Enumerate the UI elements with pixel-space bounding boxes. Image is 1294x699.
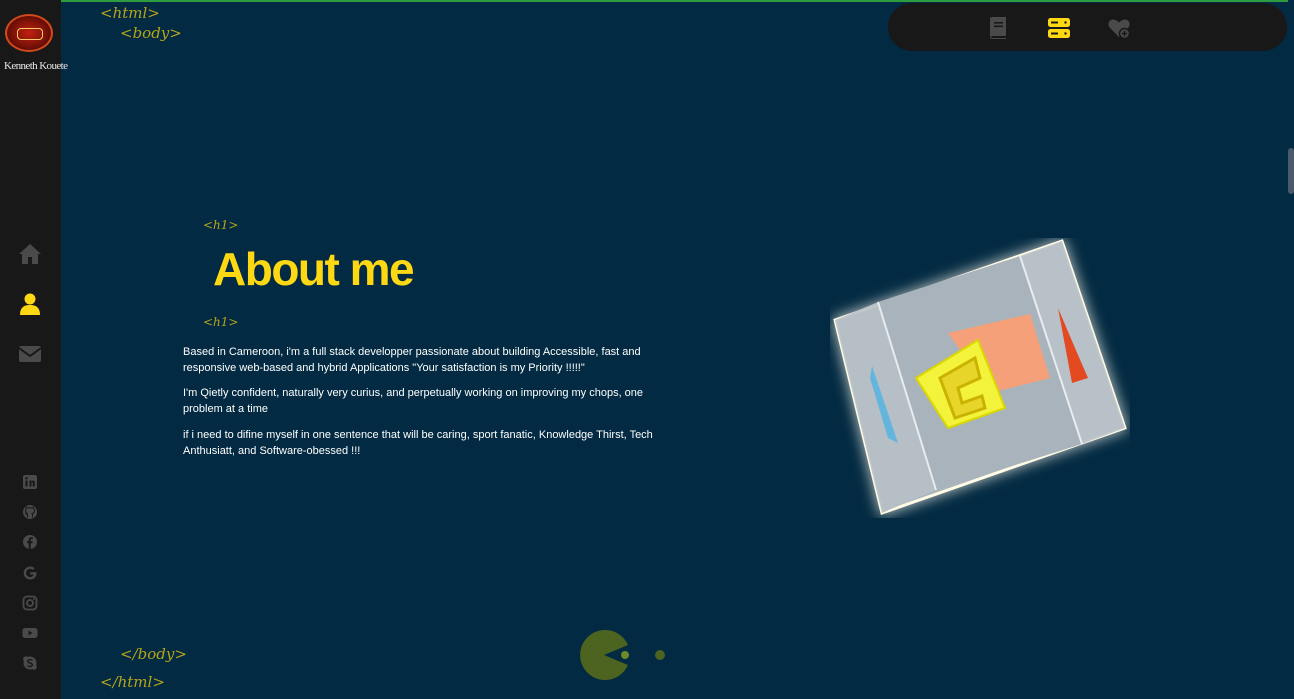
logo[interactable]: Kenneth Kouete — [4, 14, 68, 78]
logo-badge — [5, 14, 53, 52]
server-icon[interactable] — [1047, 16, 1071, 40]
facebook-icon[interactable] — [22, 534, 38, 550]
pacman-dot — [655, 650, 665, 660]
github-icon[interactable] — [22, 504, 38, 520]
html-open-tag: <html> — [100, 4, 160, 22]
scrollbar[interactable] — [1288, 0, 1294, 699]
about-paragraph-1: Based in Cameroon, i'm a full stack deve… — [183, 346, 641, 374]
top-accent-line — [0, 0, 1294, 2]
envelope-icon[interactable] — [18, 342, 42, 366]
pacman-loader — [580, 630, 629, 680]
youtube-icon[interactable] — [22, 625, 38, 641]
linkedin-icon[interactable] — [22, 474, 38, 490]
user-icon[interactable] — [18, 292, 42, 316]
h1-open-tag: <h1> — [203, 218, 239, 232]
skills-cube — [833, 239, 1127, 515]
html-close-tag: </html> — [100, 673, 165, 691]
instagram-icon[interactable] — [22, 595, 38, 611]
scrollbar-thumb[interactable] — [1288, 148, 1294, 194]
h1-close-tag: <h1> — [203, 315, 239, 329]
body-close-tag: </body> — [120, 645, 187, 663]
book-icon[interactable] — [986, 16, 1010, 40]
home-icon[interactable] — [18, 242, 42, 266]
google-icon[interactable] — [22, 565, 38, 581]
skype-icon[interactable] — [22, 655, 38, 671]
about-paragraph-2: I'm Qietly confident, naturally very cur… — [183, 387, 644, 415]
heart-plus-icon[interactable] — [1107, 16, 1131, 40]
page-title: About me — [213, 243, 415, 295]
logo-name: Kenneth Kouete — [4, 60, 68, 72]
sidebar: Kenneth Kouete — [0, 0, 68, 699]
about-paragraph-3: if i need to difine myself in one senten… — [183, 429, 653, 457]
top-toolbar — [888, 3, 1287, 51]
body-open-tag: <body> — [120, 24, 182, 42]
